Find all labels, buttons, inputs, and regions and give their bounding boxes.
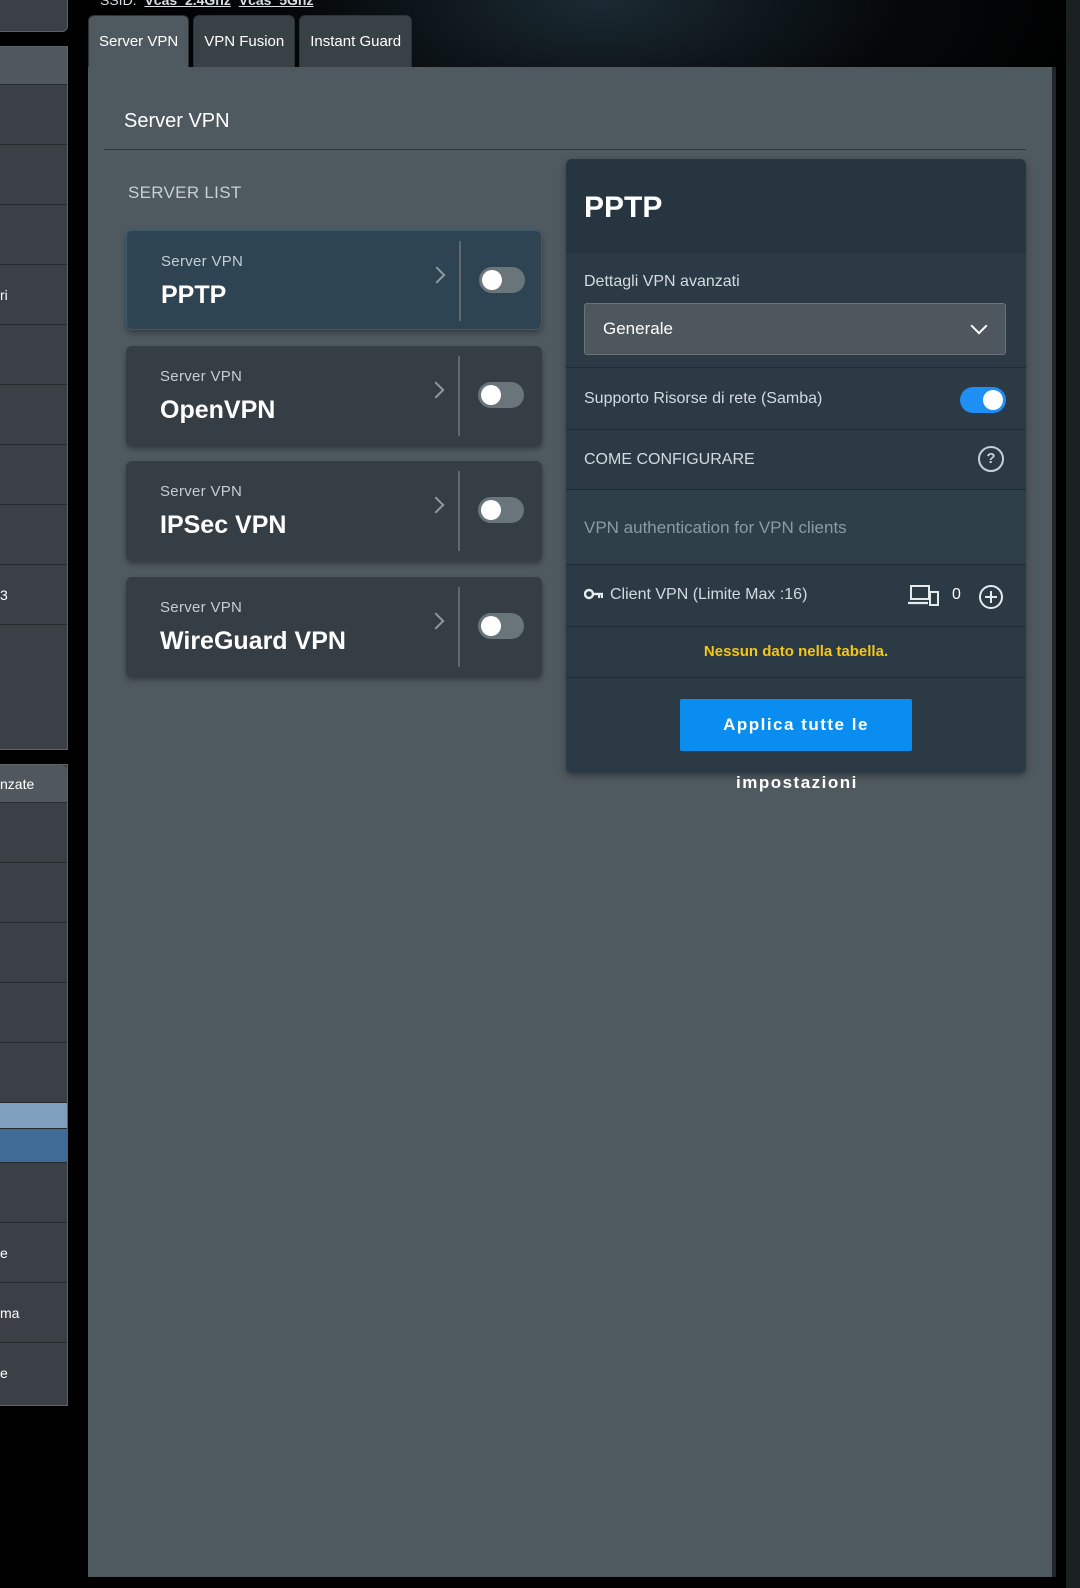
apply-all-button-continued[interactable]: impostazioni bbox=[736, 773, 856, 793]
left-menu-top bbox=[0, 0, 68, 32]
chevron-down-icon bbox=[970, 317, 988, 335]
left-menu-item[interactable]: ma bbox=[0, 1283, 67, 1343]
detail-title: PPTP bbox=[584, 191, 663, 224]
chevron-right-icon[interactable] bbox=[427, 381, 445, 399]
left-menu-item-active-top[interactable] bbox=[0, 1103, 67, 1129]
tab-bar: Server VPN VPN Fusion Instant Guard bbox=[88, 15, 413, 67]
key-icon bbox=[584, 588, 603, 600]
server-card-name: IPSec VPN bbox=[160, 511, 287, 539]
ipsec-toggle[interactable] bbox=[478, 497, 524, 523]
no-data-message: Nessun dato nella tabella. bbox=[703, 643, 889, 660]
server-list-label: SERVER LIST bbox=[128, 183, 242, 202]
window-edge bbox=[1066, 0, 1080, 1588]
chevron-right-icon[interactable] bbox=[427, 612, 445, 630]
ssid-header: SSID: Vcas_2.4Ghz Vcas_5Ghz bbox=[100, 0, 313, 8]
server-card-name: WireGuard VPN bbox=[160, 627, 346, 655]
server-card-pptp[interactable]: Server VPN PPTP bbox=[126, 230, 542, 330]
left-menu-header bbox=[0, 47, 67, 85]
server-card-ipsec[interactable]: Server VPN IPSec VPN bbox=[126, 461, 542, 561]
select-value: Generale bbox=[603, 319, 673, 338]
left-menu-item[interactable] bbox=[0, 863, 67, 923]
divider bbox=[104, 149, 1026, 150]
wireguard-toggle[interactable] bbox=[478, 613, 524, 639]
add-circle-icon[interactable] bbox=[978, 584, 1004, 610]
samba-row: Supporto Risorse di rete (Samba) bbox=[566, 367, 1026, 429]
left-menu-item[interactable] bbox=[0, 385, 67, 445]
left-menu-item[interactable] bbox=[0, 625, 67, 685]
server-card-subtitle: Server VPN bbox=[160, 368, 243, 385]
server-card-openvpn[interactable]: Server VPN OpenVPN bbox=[126, 346, 542, 446]
left-menu-item[interactable] bbox=[0, 1043, 67, 1103]
left-menu-item[interactable]: e bbox=[0, 1343, 67, 1403]
client-label: Client VPN (Limite Max :16) bbox=[610, 586, 808, 603]
chevron-right-icon[interactable] bbox=[428, 266, 446, 284]
divider bbox=[458, 471, 460, 551]
left-menu-lower: nzate e ma e bbox=[0, 764, 68, 1406]
devices-icon bbox=[908, 585, 939, 606]
help-icon[interactable]: ? bbox=[978, 446, 1004, 472]
advanced-details-label: Dettagli VPN avanzati bbox=[584, 273, 740, 290]
left-menu-item[interactable]: ri bbox=[0, 265, 67, 325]
server-card-subtitle: Server VPN bbox=[160, 483, 243, 500]
ssid-5-link[interactable]: Vcas_5Ghz bbox=[239, 0, 314, 8]
server-card-name: PPTP bbox=[161, 281, 227, 309]
ssid-24-link[interactable]: Vcas_2.4Ghz bbox=[144, 0, 230, 8]
openvpn-toggle[interactable] bbox=[478, 382, 524, 408]
empty-table-row: Nessun dato nella tabella. bbox=[566, 626, 1026, 678]
tab-server-vpn[interactable]: Server VPN bbox=[88, 15, 190, 67]
server-card-subtitle: Server VPN bbox=[160, 599, 243, 616]
detail-card: PPTP Dettagli VPN avanzati Generale Supp… bbox=[566, 159, 1026, 773]
left-menu-item[interactable]: e bbox=[0, 1223, 67, 1283]
apply-all-button[interactable]: Applica tutte le bbox=[680, 699, 912, 751]
left-menu-item[interactable] bbox=[0, 445, 67, 505]
pptp-toggle[interactable] bbox=[479, 267, 525, 293]
server-card-name: OpenVPN bbox=[160, 396, 276, 424]
tab-vpn-fusion[interactable]: VPN Fusion bbox=[193, 15, 296, 67]
server-card-wireguard[interactable]: Server VPN WireGuard VPN bbox=[126, 577, 542, 677]
left-menu-item[interactable] bbox=[0, 145, 67, 205]
main-panel: Server VPN SERVER LIST Server VPN PPTP S… bbox=[88, 67, 1056, 1577]
divider bbox=[458, 587, 460, 667]
advanced-details-select[interactable]: Generale bbox=[584, 303, 1006, 355]
left-menu-item[interactable] bbox=[0, 205, 67, 265]
left-menu-item-active[interactable] bbox=[0, 1129, 67, 1163]
left-menu-item[interactable]: 3 bbox=[0, 565, 67, 625]
auth-row: VPN authentication for VPN clients bbox=[566, 489, 1026, 564]
client-count: 0 bbox=[952, 586, 961, 603]
divider bbox=[458, 356, 460, 436]
client-row: Client VPN (Limite Max :16) 0 bbox=[566, 564, 1026, 626]
tab-instant-guard[interactable]: Instant Guard bbox=[299, 15, 413, 67]
how-to-row: COME CONFIGURARE ? bbox=[566, 429, 1026, 489]
divider bbox=[459, 241, 461, 321]
samba-label: Supporto Risorse di rete (Samba) bbox=[584, 390, 823, 407]
left-menu-item[interactable] bbox=[0, 505, 67, 565]
server-card-subtitle: Server VPN bbox=[161, 253, 244, 270]
left-menu-upper: ri 3 bbox=[0, 46, 68, 750]
left-menu-item[interactable] bbox=[0, 983, 67, 1043]
page-title: Server VPN bbox=[124, 110, 230, 132]
left-menu-item[interactable] bbox=[0, 803, 67, 863]
auth-label: VPN authentication for VPN clients bbox=[584, 518, 847, 537]
left-menu-item[interactable] bbox=[0, 325, 67, 385]
detail-header: PPTP bbox=[566, 159, 1026, 253]
samba-toggle[interactable] bbox=[960, 387, 1006, 413]
how-to-label: COME CONFIGURARE bbox=[584, 451, 755, 468]
left-menu-item[interactable] bbox=[0, 1163, 67, 1223]
left-menu-section-title: nzate bbox=[0, 765, 67, 803]
chevron-right-icon[interactable] bbox=[427, 496, 445, 514]
left-menu-item[interactable] bbox=[0, 85, 67, 145]
left-menu-item[interactable] bbox=[0, 923, 67, 983]
